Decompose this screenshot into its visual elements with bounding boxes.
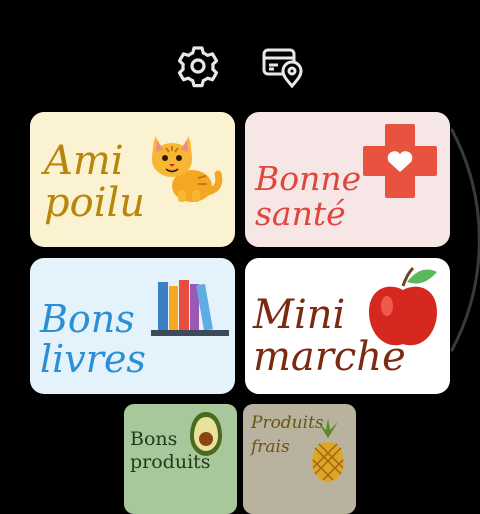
tile-bons-produits[interactable]: Bons produits bbox=[124, 404, 237, 514]
tile-produits-frais[interactable]: Produits frais bbox=[243, 404, 356, 514]
apple-icon bbox=[369, 266, 437, 346]
tile-label-line2: santé bbox=[255, 193, 346, 233]
tile-ami-poilu-label: Ami poilu bbox=[44, 140, 145, 224]
cat-icon bbox=[152, 136, 223, 202]
tile-label-line1: Ami bbox=[44, 138, 124, 184]
tile-mini-marche[interactable]: Mini marché bbox=[245, 258, 450, 394]
tile-bons-livres-label: Bons livres bbox=[40, 297, 146, 381]
tile-label-line2: poilu bbox=[44, 180, 146, 226]
medical-cross-heart-icon bbox=[363, 124, 437, 198]
tile-label-line1: Bonne bbox=[255, 159, 362, 198]
tile-bonne-sante-label: Bonne santé bbox=[255, 159, 362, 233]
tile-label-line1: Bons bbox=[40, 297, 135, 341]
tile-label-line2: livres bbox=[40, 336, 146, 381]
tile-ami-poilu[interactable]: Ami poilu bbox=[30, 112, 235, 247]
tile-bons-livres[interactable]: Bons livres bbox=[30, 258, 235, 394]
pineapple-icon bbox=[312, 418, 344, 482]
books-icon bbox=[151, 280, 229, 336]
avocado-icon bbox=[190, 412, 222, 456]
tile-bonne-sante[interactable]: Bonne santé bbox=[245, 112, 450, 247]
